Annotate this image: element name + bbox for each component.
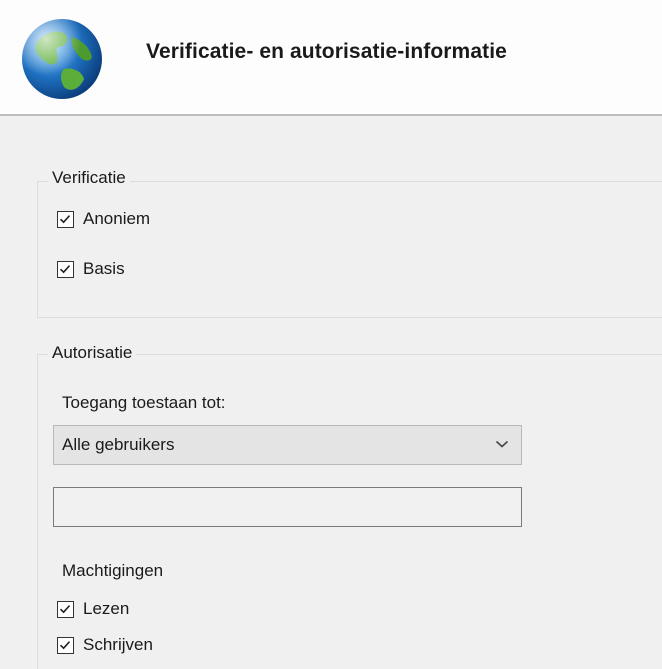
basis-label: Basis [83,259,125,278]
permissions-label: Machtigingen [62,561,164,580]
anoniem-label: Anoniem [83,209,151,228]
chevron-down-icon[interactable] [495,439,509,449]
checkmark-icon [59,214,71,223]
basis-checkbox[interactable] [57,260,74,278]
lezen-option[interactable]: Lezen [57,599,129,619]
access-user-input[interactable] [53,487,522,527]
verificatie-legend: Verificatie [48,168,130,188]
lezen-label: Lezen [83,599,130,618]
access-label: Toegang toestaan tot: [62,393,226,412]
autorisatie-legend: Autorisatie [48,343,137,363]
checkmark-icon [59,604,71,613]
schrijven-option[interactable]: Schrijven [57,635,153,655]
header: Verificatie- en autorisatie-informatie [0,0,662,114]
checkmark-icon [59,264,71,273]
access-select[interactable]: Alle gebruikers [53,425,522,465]
access-select-value: Alle gebruikers [62,435,175,454]
anoniem-option[interactable]: Anoniem [57,209,150,229]
lezen-checkbox[interactable] [57,600,74,618]
anoniem-checkbox[interactable] [57,210,74,228]
page-title: Verificatie- en autorisatie-informatie [146,40,507,63]
checkmark-icon [59,640,71,649]
globe-icon [22,19,102,99]
schrijven-checkbox[interactable] [57,636,74,654]
schrijven-label: Schrijven [83,635,153,654]
basis-option[interactable]: Basis [57,259,125,279]
verificatie-group [37,181,662,318]
